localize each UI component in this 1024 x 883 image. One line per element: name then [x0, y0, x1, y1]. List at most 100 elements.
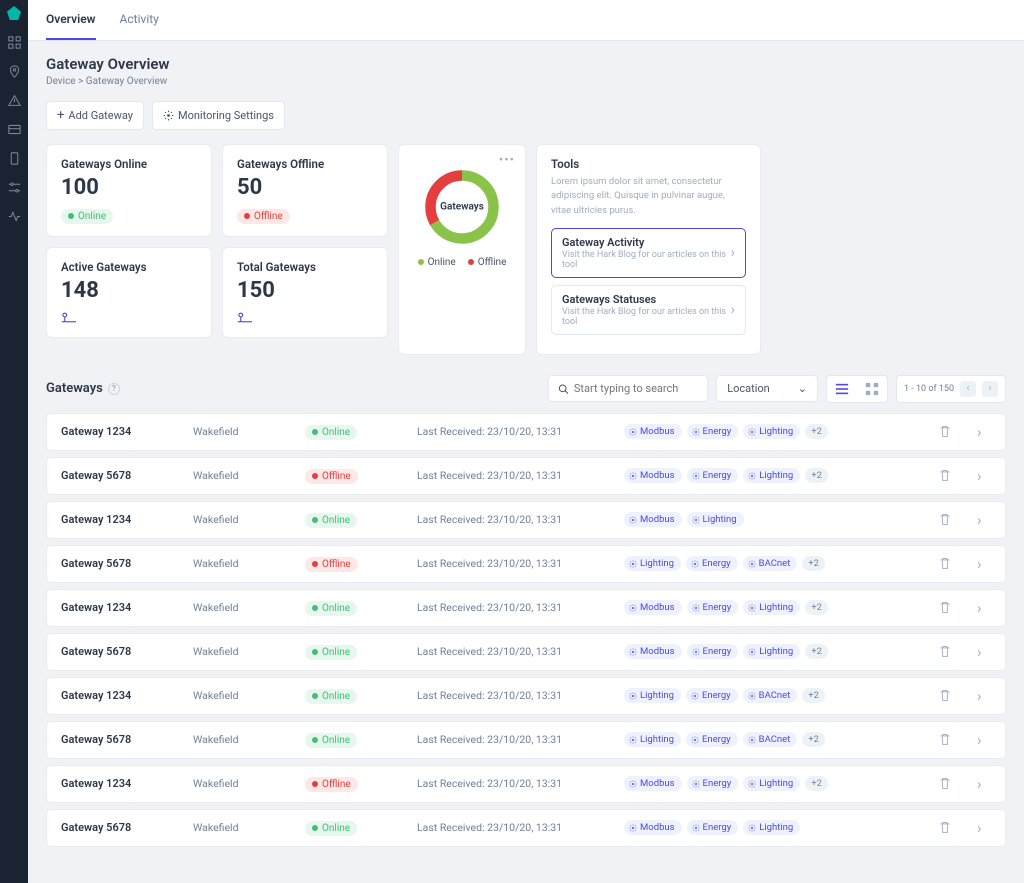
chevron-right-icon[interactable]: › — [977, 775, 991, 793]
gateway-row[interactable]: Gateway 5678 Wakefield Online Last Recei… — [46, 633, 1006, 671]
status-badge: Online — [305, 601, 357, 616]
gateway-name: Gateway 1234 — [61, 425, 181, 438]
tag[interactable]: Lighting — [687, 512, 744, 527]
gateway-row[interactable]: Gateway 1234 Wakefield Online Last Recei… — [46, 677, 1006, 715]
delete-icon[interactable] — [939, 557, 965, 570]
tag[interactable]: Modbus — [624, 776, 682, 791]
tag-more[interactable]: +2 — [802, 688, 825, 703]
donut-center-label: Gateways — [440, 202, 484, 213]
last-received: Last Received: 23/10/20, 13:31 — [417, 733, 612, 746]
location-filter[interactable]: Location⌄ — [716, 375, 818, 402]
delete-icon[interactable] — [939, 821, 965, 834]
tag[interactable]: Modbus — [624, 424, 682, 439]
gateway-row[interactable]: Gateway 5678 Wakefield Offline Last Rece… — [46, 457, 1006, 495]
delete-icon[interactable] — [939, 733, 965, 746]
settings-icon[interactable] — [8, 181, 21, 194]
tag[interactable]: Energy — [687, 600, 739, 615]
tool-gateways-statuses[interactable]: Gateways StatusesVisit the Hark Blog for… — [551, 285, 746, 335]
chevron-right-icon[interactable]: › — [977, 687, 991, 705]
tag[interactable]: Energy — [686, 688, 738, 703]
delete-icon[interactable] — [939, 689, 965, 702]
tag[interactable]: Modbus — [624, 820, 682, 835]
chevron-right-icon[interactable]: › — [977, 643, 991, 661]
gateway-row[interactable]: Gateway 5678 Wakefield Offline Last Rece… — [46, 545, 1006, 583]
gateway-row[interactable]: Gateway 5678 Wakefield Online Last Recei… — [46, 721, 1006, 759]
tag[interactable]: Modbus — [624, 468, 682, 483]
tag[interactable]: Modbus — [624, 644, 682, 659]
tag[interactable]: Lighting — [624, 732, 681, 747]
tab-activity[interactable]: Activity — [120, 0, 159, 40]
gateway-name: Gateway 5678 — [61, 557, 181, 570]
tag[interactable]: Modbus — [624, 512, 682, 527]
gateway-row[interactable]: Gateway 1234 Wakefield Online Last Recei… — [46, 589, 1006, 627]
tag[interactable]: Lighting — [743, 468, 800, 483]
gateway-location: Wakefield — [193, 777, 293, 790]
gateway-location: Wakefield — [193, 601, 293, 614]
gateway-name: Gateway 5678 — [61, 733, 181, 746]
chevron-right-icon[interactable]: › — [977, 819, 991, 837]
monitoring-settings-button[interactable]: Monitoring Settings — [152, 101, 285, 130]
tag[interactable]: Energy — [686, 556, 738, 571]
tag[interactable]: Lighting — [743, 820, 800, 835]
tag-more[interactable]: +2 — [805, 776, 828, 791]
delete-icon[interactable] — [939, 513, 965, 526]
tag[interactable]: BACnet — [743, 688, 798, 703]
tag[interactable]: Energy — [687, 644, 739, 659]
gateway-row[interactable]: Gateway 1234 Wakefield Online Last Recei… — [46, 413, 1006, 451]
tag[interactable]: BACnet — [743, 556, 798, 571]
tag-more[interactable]: +2 — [802, 556, 825, 571]
activity-icon[interactable] — [8, 210, 21, 223]
chevron-right-icon[interactable]: › — [977, 731, 991, 749]
gateway-name: Gateway 1234 — [61, 601, 181, 614]
info-icon[interactable]: ? — [108, 383, 120, 395]
gateways-online-card: Gateways Online 100 Online — [46, 144, 212, 237]
prev-page-button[interactable]: ‹ — [960, 381, 976, 397]
chevron-right-icon[interactable]: › — [977, 467, 991, 485]
last-received: Last Received: 23/10/20, 13:31 — [417, 689, 612, 702]
tag[interactable]: Lighting — [743, 424, 800, 439]
list-view-icon[interactable] — [827, 376, 857, 402]
tag[interactable]: Lighting — [624, 688, 681, 703]
delete-icon[interactable] — [939, 469, 965, 482]
tag[interactable]: Energy — [687, 820, 739, 835]
tag[interactable]: Energy — [687, 468, 739, 483]
last-received: Last Received: 23/10/20, 13:31 — [417, 557, 612, 570]
tag[interactable]: Energy — [686, 732, 738, 747]
tag[interactable]: Lighting — [743, 600, 800, 615]
gateway-row[interactable]: Gateway 5678 Wakefield Online Last Recei… — [46, 809, 1006, 847]
chevron-right-icon[interactable]: › — [977, 555, 991, 573]
tag[interactable]: BACnet — [743, 732, 798, 747]
next-page-button[interactable]: › — [982, 381, 998, 397]
device-icon[interactable] — [8, 152, 21, 165]
tag-more[interactable]: +2 — [805, 468, 828, 483]
tag-more[interactable]: +2 — [805, 644, 828, 659]
card-icon[interactable] — [8, 123, 21, 136]
dashboard-icon[interactable] — [8, 36, 21, 49]
tag[interactable]: Energy — [687, 424, 739, 439]
tag[interactable]: Lighting — [624, 556, 681, 571]
tab-overview[interactable]: Overview — [46, 0, 96, 40]
grid-view-icon[interactable] — [857, 376, 887, 402]
tag-more[interactable]: +2 — [805, 600, 828, 615]
delete-icon[interactable] — [939, 645, 965, 658]
alert-icon[interactable] — [8, 94, 21, 107]
search-input[interactable] — [548, 375, 708, 402]
tag[interactable]: Modbus — [624, 600, 682, 615]
tag-more[interactable]: +2 — [802, 732, 825, 747]
tag-more[interactable]: +2 — [805, 424, 828, 439]
chevron-right-icon[interactable]: › — [977, 599, 991, 617]
gateway-row[interactable]: Gateway 1234 Wakefield Online Last Recei… — [46, 501, 1006, 539]
tool-gateway-activity[interactable]: Gateway ActivityVisit the Hark Blog for … — [551, 228, 746, 278]
tag[interactable]: Lighting — [743, 776, 800, 791]
pin-icon[interactable] — [8, 65, 21, 78]
add-gateway-button[interactable]: +Add Gateway — [46, 101, 144, 130]
tag[interactable]: Lighting — [743, 644, 800, 659]
chevron-right-icon[interactable]: › — [977, 423, 991, 441]
tag[interactable]: Energy — [687, 776, 739, 791]
search-field[interactable] — [574, 382, 698, 395]
gateway-row[interactable]: Gateway 1234 Wakefield Offline Last Rece… — [46, 765, 1006, 803]
delete-icon[interactable] — [939, 601, 965, 614]
delete-icon[interactable] — [939, 777, 965, 790]
chevron-right-icon[interactable]: › — [977, 511, 991, 529]
delete-icon[interactable] — [939, 425, 965, 438]
